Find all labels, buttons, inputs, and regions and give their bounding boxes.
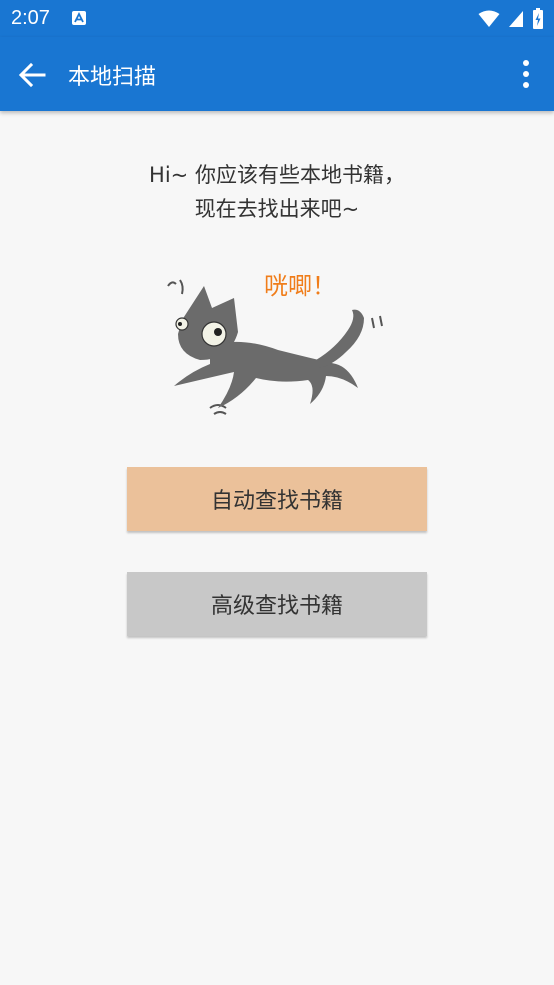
motion-mark: [179, 279, 184, 295]
status-icons: [478, 8, 544, 30]
motion-mark: [209, 404, 227, 415]
app-bar: 本地扫描: [0, 37, 554, 111]
notification-icon: [72, 11, 86, 25]
cat-tail: [316, 309, 364, 368]
page-title: 本地扫描: [68, 65, 157, 90]
motion-mark: [371, 315, 383, 329]
running-cat-illustration: 咣唧！: [167, 272, 383, 415]
cat-eye: [201, 321, 227, 347]
wifi-icon: [478, 10, 500, 27]
status-time: 2:07: [11, 7, 50, 29]
intro-text: Hi~ 你应该有些本地书籍， 现在去找出来吧~: [0, 158, 554, 226]
cat-pupil: [214, 328, 222, 336]
back-arrow-icon[interactable]: [16, 59, 48, 91]
auto-scan-button[interactable]: 自动查找书籍: [127, 467, 427, 531]
status-bar: 2:07: [0, 0, 554, 37]
more-options-icon[interactable]: [520, 59, 532, 89]
signal-icon: [509, 11, 523, 27]
intro-line-2: 现在去找出来吧~: [194, 197, 360, 221]
exclaim-text: 咣唧！: [264, 272, 336, 300]
cat-pupil: [178, 322, 182, 326]
battery-icon: [533, 8, 543, 29]
motion-mark: [167, 281, 177, 287]
intro-line-1: Hi~ 你应该有些本地书籍，: [149, 163, 405, 187]
advanced-scan-button[interactable]: 高级查找书籍: [127, 572, 427, 636]
